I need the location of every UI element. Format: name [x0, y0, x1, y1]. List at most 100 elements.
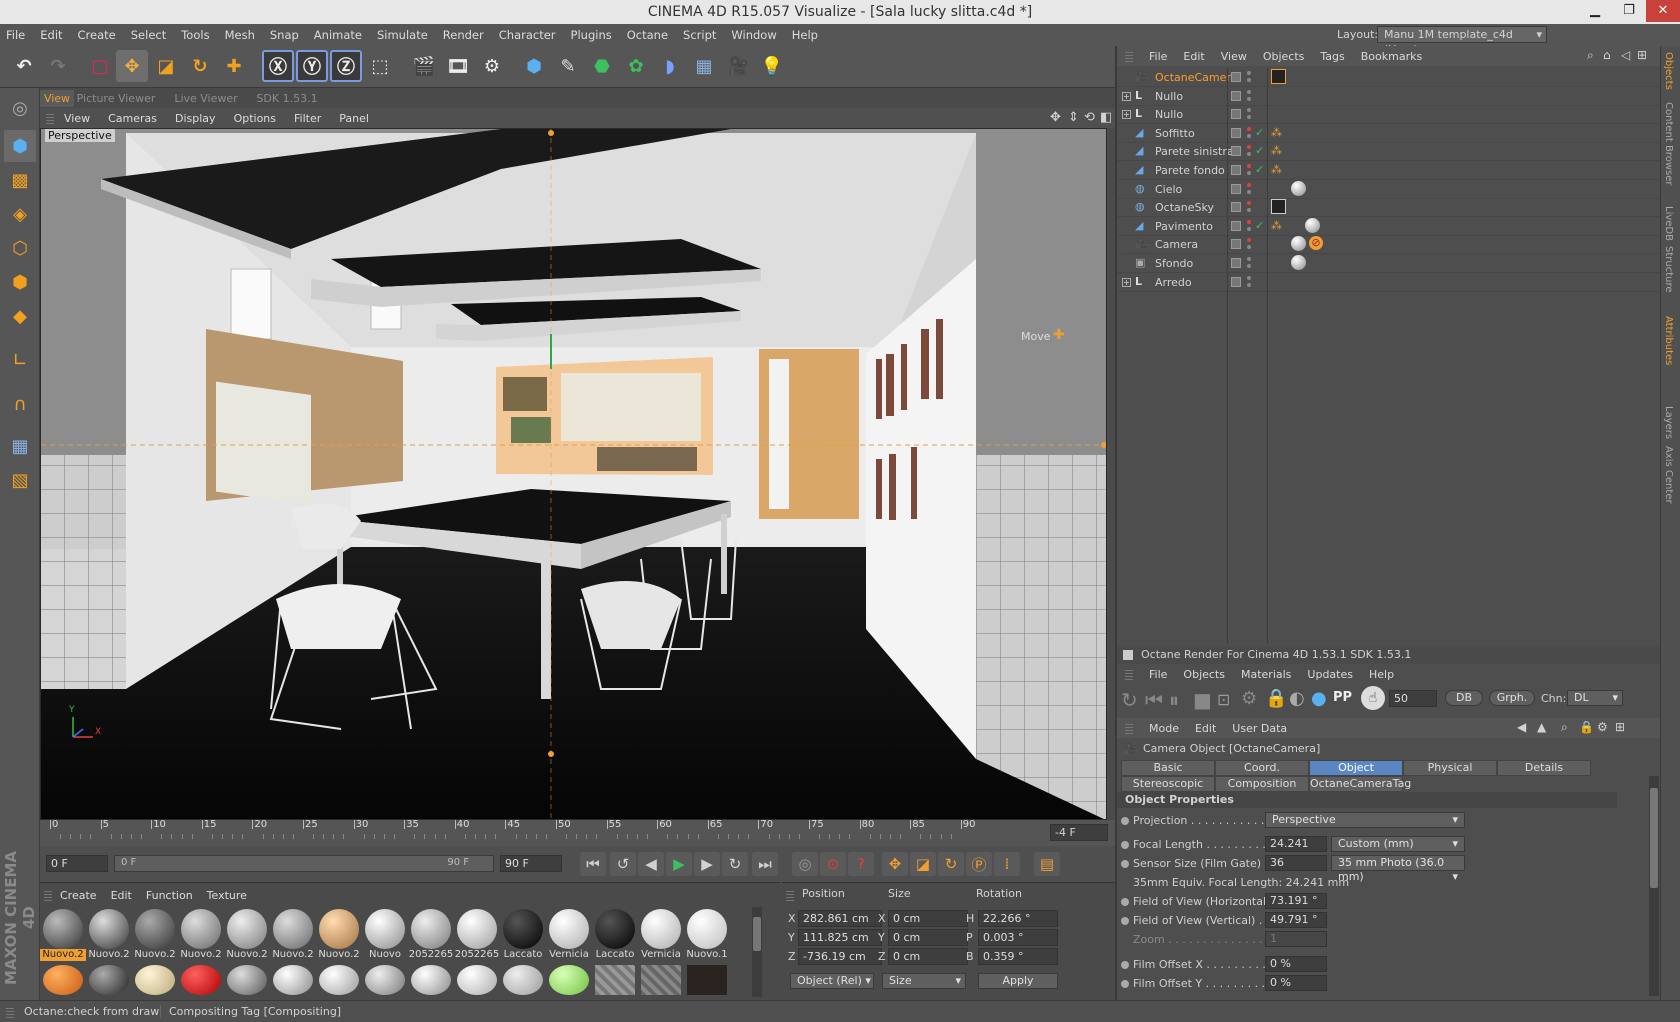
object-row[interactable]: 🎥 OctaneCamera	[1117, 68, 1660, 87]
live-selection-icon[interactable]: ▢	[84, 50, 116, 82]
y-axis-lock-icon[interactable]: Ⓨ	[296, 50, 328, 82]
object-row[interactable]: ◢ Pavimento ✓ ⁂	[1117, 217, 1660, 236]
magnet-icon[interactable]: ∩	[4, 388, 36, 420]
prev-frame-icon[interactable]: ◀	[638, 852, 664, 876]
rot-b-field[interactable]: 0.359 °	[978, 948, 1058, 965]
material-item[interactable]: Nuovo.2	[270, 907, 316, 960]
drag-grip-icon[interactable]	[1125, 668, 1133, 680]
layer-box-icon[interactable]	[1231, 165, 1241, 175]
lock-icon[interactable]: 🔒	[1265, 688, 1287, 709]
search-icon[interactable]: ⌕	[1587, 48, 1594, 63]
orbit-icon[interactable]: ⟲	[1084, 110, 1095, 125]
menu-octane[interactable]: Octane	[627, 28, 668, 42]
channel-select[interactable]: DL ▾	[1567, 690, 1623, 706]
back-arrow-icon[interactable]: ◀	[1517, 720, 1526, 734]
autokey-icon[interactable]: ⊙	[820, 852, 846, 876]
key-scale-icon[interactable]: ◪	[910, 852, 936, 876]
side-tab-axis-center[interactable]: Axis Center	[1663, 446, 1674, 504]
3d-viewport[interactable]: Perspective Move ✚ X Y	[40, 128, 1107, 820]
visibility-dot-icon[interactable]	[1247, 108, 1251, 113]
focal-mode-select[interactable]: Custom (mm) ▾	[1331, 836, 1465, 852]
render-dot-icon[interactable]	[1247, 171, 1251, 175]
size-x-field[interactable]: 0 cm	[888, 910, 968, 927]
deformer-icon[interactable]: ◗	[654, 50, 686, 82]
end-frame-field[interactable]: 90 F	[500, 855, 562, 872]
anim-dot-icon[interactable]	[1121, 961, 1129, 969]
material-swatch[interactable]	[181, 965, 221, 995]
material-item[interactable]: Nuovo.2	[86, 907, 132, 960]
viewport-menu-filter[interactable]: Filter	[294, 112, 321, 125]
layout-select[interactable]: Manu 1M template_c4d (User) ▾	[1377, 26, 1547, 56]
polygons-mode-icon[interactable]: ◆	[4, 300, 36, 332]
material-menu-create[interactable]: Create	[60, 889, 97, 902]
restore-icon[interactable]: ❐	[1612, 0, 1646, 22]
material-swatch[interactable]	[135, 965, 175, 995]
current-frame-field[interactable]: -4 F	[1050, 824, 1108, 841]
material-item[interactable]: Nuovo.1	[684, 907, 730, 960]
visibility-dot-icon[interactable]	[1247, 145, 1251, 150]
layer-box-icon[interactable]	[1231, 183, 1241, 194]
film-offset-y-field[interactable]: 0 %	[1265, 975, 1327, 991]
spline-pen-icon[interactable]: ✎	[552, 50, 584, 82]
close-icon[interactable]: ✕	[1646, 0, 1680, 22]
render-dot-icon[interactable]	[1247, 115, 1251, 120]
render-dot-icon[interactable]	[1247, 264, 1251, 268]
material-swatch[interactable]	[273, 965, 313, 995]
minimize-icon[interactable]: ▁	[1578, 0, 1612, 22]
pos-z-field[interactable]: -736.19 cm	[798, 948, 882, 965]
material-item[interactable]: Nuovo	[362, 907, 408, 960]
go-to-end-icon[interactable]: ⏭	[752, 852, 778, 876]
cube-icon[interactable]: ⬢	[518, 50, 550, 82]
menu-window[interactable]: Window	[731, 28, 776, 42]
material-item[interactable]: 2052265	[454, 907, 500, 960]
subdivision-icon[interactable]: ⬣	[586, 50, 618, 82]
material-swatch[interactable]	[89, 965, 129, 995]
menu-simulate[interactable]: Simulate	[377, 28, 428, 42]
expand-icon[interactable]: +	[1122, 277, 1131, 287]
material-item[interactable]: Nuovo.2	[224, 907, 270, 960]
layer-box-icon[interactable]	[1231, 146, 1241, 157]
object-row[interactable]: ▣ Sfondo	[1117, 254, 1660, 273]
scale-tool-icon[interactable]: ◪	[150, 50, 182, 82]
maximize-view-icon[interactable]: ◧	[1100, 110, 1112, 125]
z-axis-lock-icon[interactable]: Ⓩ	[330, 50, 362, 82]
prev-key-icon[interactable]: ↺	[610, 852, 636, 876]
snap-settings-icon[interactable]: ▧	[4, 464, 36, 496]
object-row[interactable]: + L Arredo	[1117, 273, 1660, 292]
key-rotation-icon[interactable]: ↻	[938, 852, 964, 876]
next-key-icon[interactable]: ↻	[722, 852, 748, 876]
render-dot-icon[interactable]	[1247, 189, 1251, 194]
expand-icon[interactable]: +	[1122, 110, 1131, 120]
anim-dot-icon[interactable]	[1121, 917, 1129, 925]
exposure-icon[interactable]: ◐	[1289, 688, 1305, 709]
layer-box-icon[interactable]	[1231, 258, 1241, 268]
tab-details[interactable]: Details	[1497, 760, 1591, 776]
material-item[interactable]: Nuovo.2	[178, 907, 224, 960]
points-mode-icon[interactable]: ⬡	[4, 232, 36, 264]
visibility-dot-icon[interactable]	[1247, 257, 1251, 261]
menu-animate[interactable]: Animate	[314, 28, 362, 42]
visibility-dot-icon[interactable]	[1247, 275, 1251, 280]
graph-button[interactable]: Grph.	[1489, 690, 1535, 706]
attribute-menu-edit[interactable]: Edit	[1195, 722, 1216, 735]
film-offset-x-field[interactable]: 0 %	[1265, 956, 1327, 972]
viewport-tab-1[interactable]: Picture Viewer	[76, 90, 156, 107]
material-swatch[interactable]	[503, 965, 543, 995]
material-swatch[interactable]	[227, 965, 267, 995]
check-icon[interactable]: ✓	[1255, 219, 1264, 232]
samples-field[interactable]: 50	[1389, 690, 1437, 707]
render-dot-icon[interactable]	[1247, 208, 1251, 213]
settings-gear-icon[interactable]: ⚙	[1241, 688, 1257, 709]
anim-dot-icon[interactable]	[1121, 980, 1129, 988]
tag-phong-icon[interactable]: ⁂	[1271, 126, 1282, 139]
restart-render-icon[interactable]: ↻	[1121, 688, 1138, 712]
anim-dot-icon[interactable]	[1121, 841, 1129, 849]
make-editable-icon[interactable]: ◎	[4, 92, 36, 124]
menu-edit[interactable]: Edit	[40, 28, 62, 42]
side-tab-structure[interactable]: Structure	[1663, 246, 1674, 293]
render-view-icon[interactable]: 🎬	[408, 50, 440, 82]
drag-grip-icon[interactable]	[1125, 722, 1133, 734]
apply-button[interactable]: Apply	[978, 973, 1058, 989]
material-swatch[interactable]	[365, 965, 405, 995]
key-parameter-icon[interactable]: Ⓟ	[966, 852, 992, 876]
